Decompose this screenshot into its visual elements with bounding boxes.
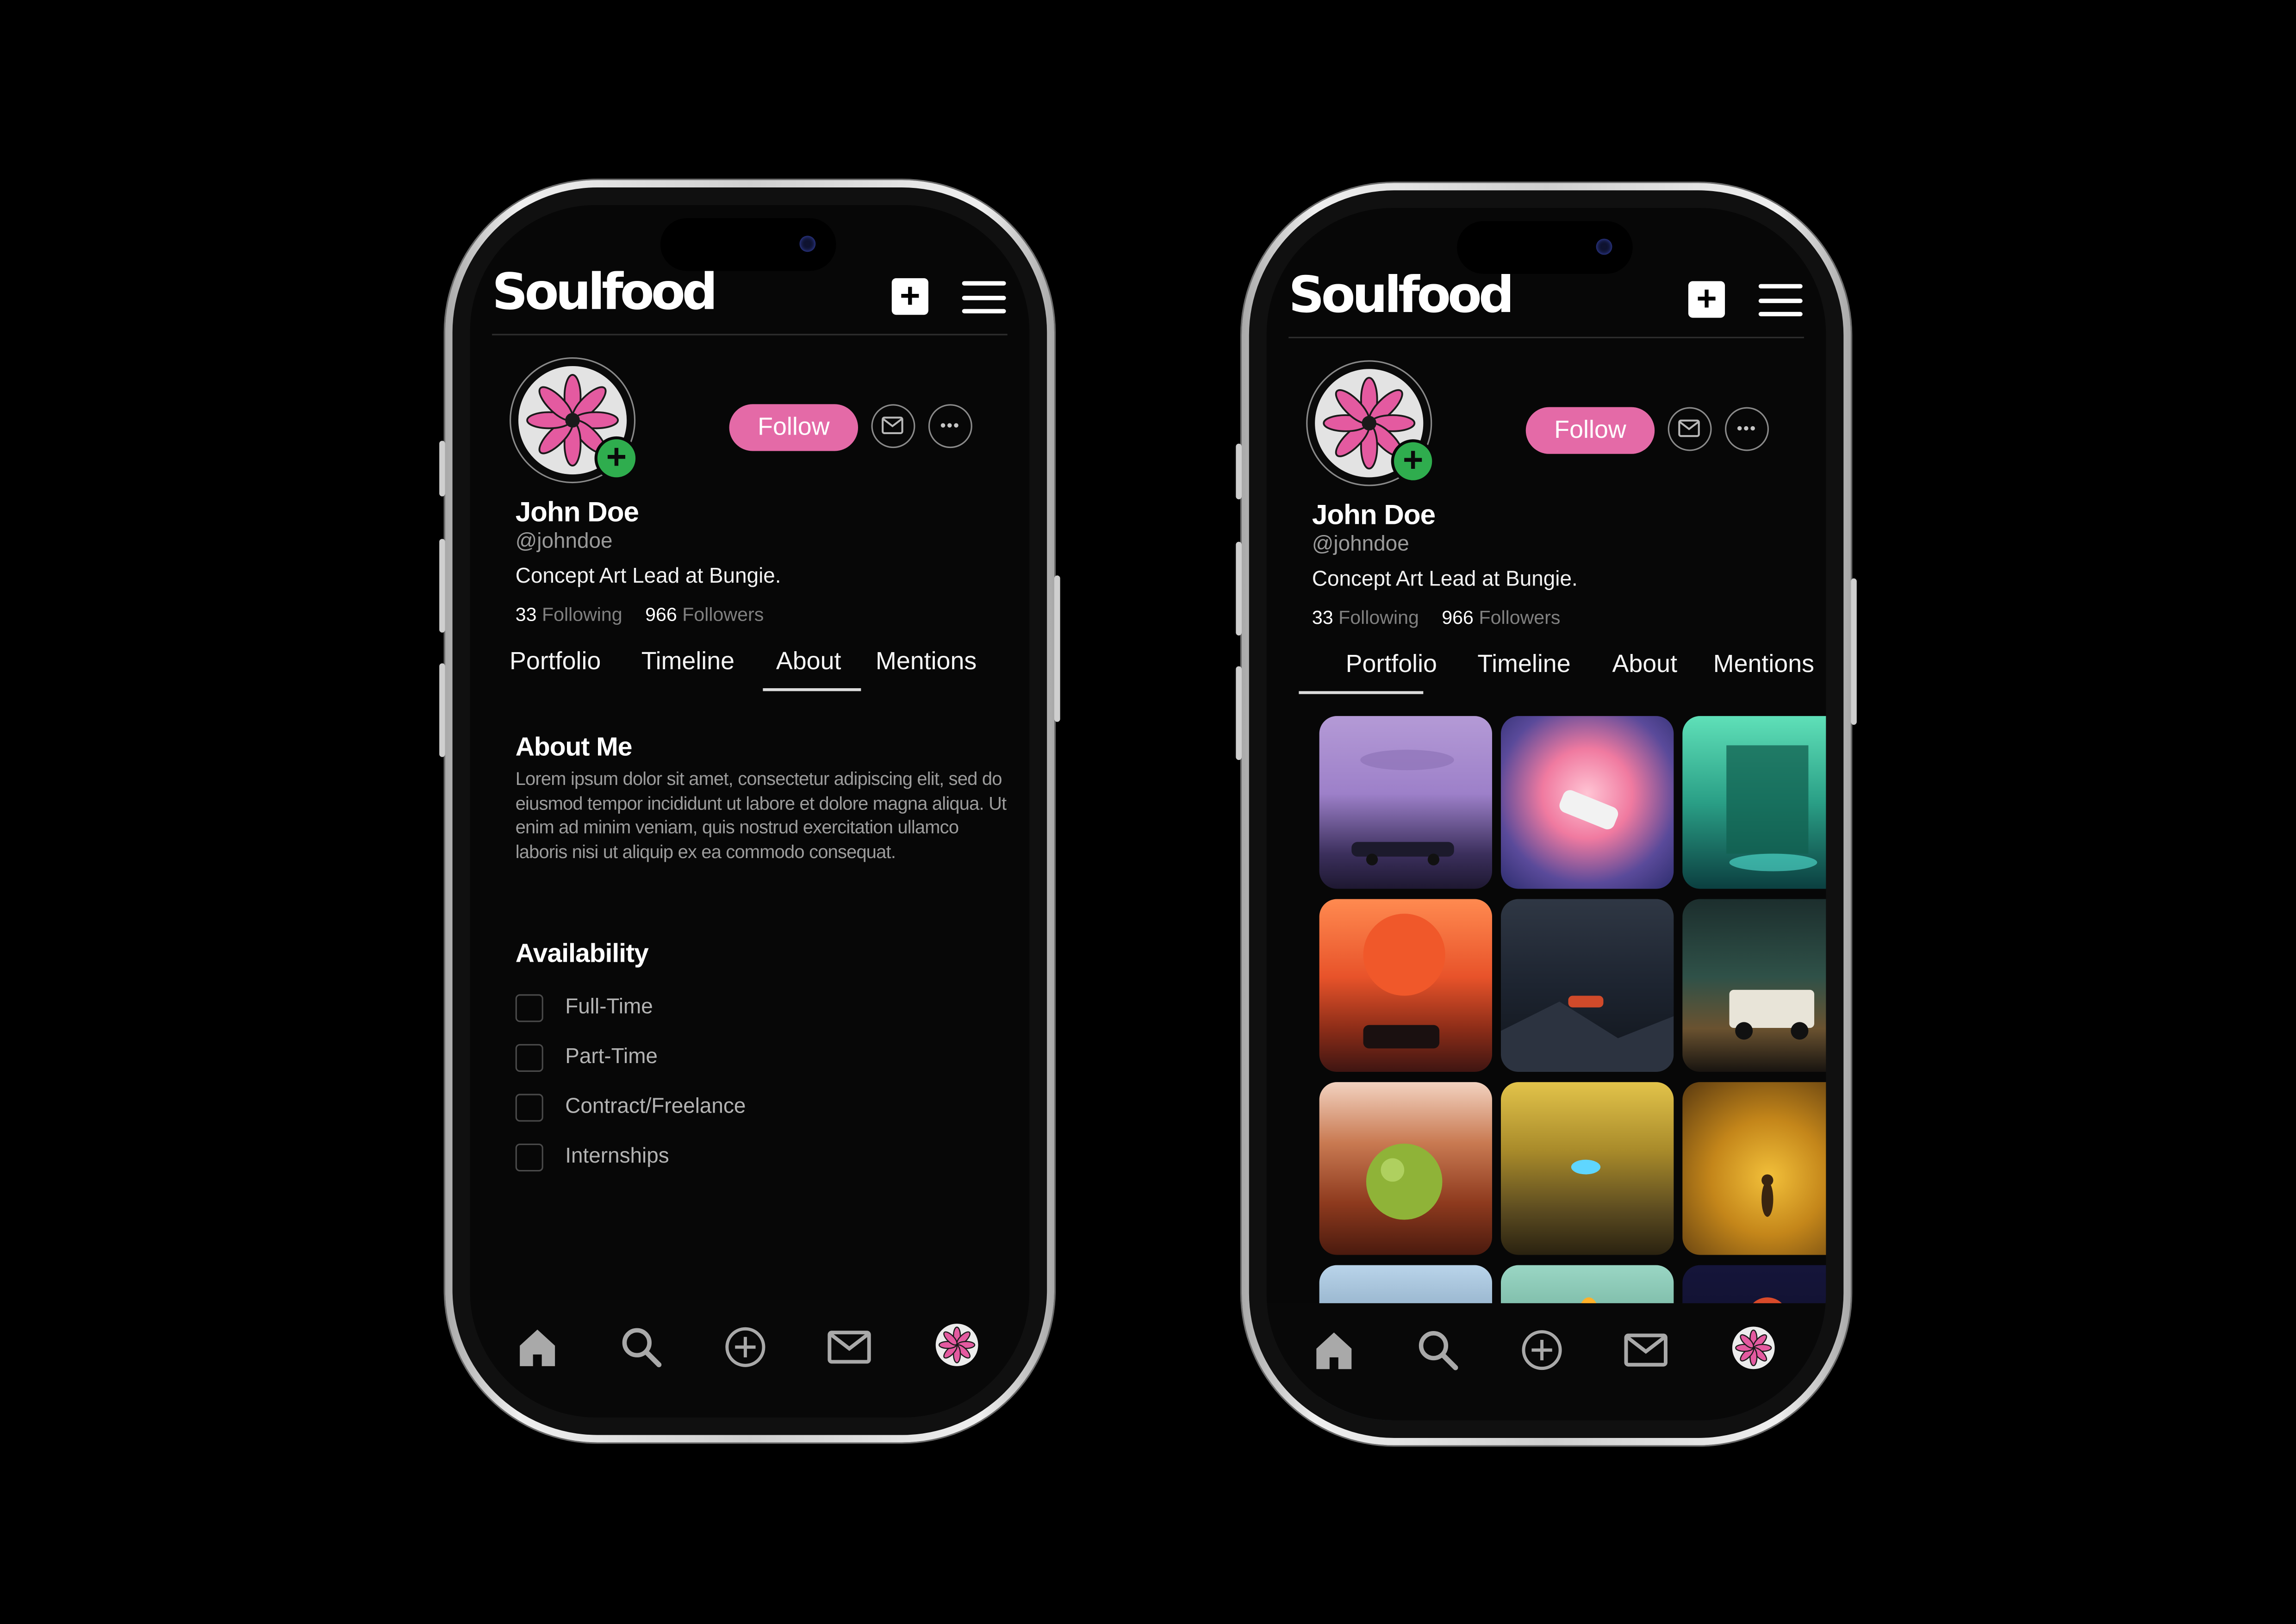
bottom-nav bbox=[1266, 1303, 1826, 1420]
profile-bio: Concept Art Lead at Bungie. bbox=[515, 565, 781, 589]
create-icon[interactable] bbox=[722, 1324, 769, 1370]
profile-name: John Doe bbox=[1312, 501, 1436, 532]
add-post-icon[interactable]: + bbox=[891, 278, 928, 315]
create-icon[interactable] bbox=[1518, 1326, 1565, 1373]
checkbox[interactable] bbox=[515, 994, 543, 1022]
inbox-icon[interactable] bbox=[826, 1324, 872, 1370]
portfolio-item[interactable] bbox=[1682, 716, 1826, 889]
profile-bio: Concept Art Lead at Bungie. bbox=[1312, 568, 1578, 592]
phone-portfolio: Soulfood + + Follow John Doe @johndoe Co… bbox=[1236, 183, 1857, 1445]
side-button bbox=[1236, 666, 1242, 760]
more-button[interactable] bbox=[1725, 407, 1769, 451]
following-label[interactable]: Following bbox=[542, 604, 622, 625]
camera-icon bbox=[799, 236, 816, 252]
profile-avatar-icon[interactable] bbox=[935, 1324, 978, 1366]
checkbox[interactable] bbox=[515, 1094, 543, 1122]
tab-portfolio[interactable]: Portfolio bbox=[510, 647, 601, 676]
checkbox[interactable] bbox=[515, 1144, 543, 1172]
option-label: Contract/Freelance bbox=[565, 1095, 746, 1119]
tab-about[interactable]: About bbox=[1612, 650, 1677, 679]
home-icon[interactable] bbox=[1311, 1326, 1357, 1373]
add-photo-icon[interactable]: + bbox=[1391, 439, 1435, 484]
followers-label[interactable]: Followers bbox=[1479, 606, 1560, 628]
side-button bbox=[439, 539, 445, 633]
portfolio-item[interactable] bbox=[1682, 899, 1826, 1072]
follow-button[interactable]: Follow bbox=[729, 404, 859, 451]
side-button bbox=[439, 663, 445, 757]
search-icon[interactable] bbox=[1414, 1326, 1461, 1373]
profile-stats: 33 Following 966 Followers bbox=[516, 604, 764, 625]
profile-handle: @johndoe bbox=[515, 530, 613, 554]
side-button bbox=[1851, 578, 1857, 725]
app-logo[interactable]: Soulfood bbox=[492, 264, 718, 323]
followers-label[interactable]: Followers bbox=[682, 604, 764, 625]
message-button[interactable] bbox=[871, 404, 915, 448]
bottom-nav bbox=[470, 1300, 1030, 1418]
followers-count[interactable]: 966 bbox=[1442, 606, 1474, 628]
menu-icon[interactable] bbox=[1758, 284, 1803, 317]
profile-stats: 33 Following 966 Followers bbox=[1312, 606, 1561, 628]
active-tab-indicator bbox=[763, 688, 861, 691]
side-button bbox=[1236, 443, 1242, 499]
mockup-scene: Soulfood + + Follow John Doe @johndoe Co… bbox=[0, 0, 2296, 1624]
tab-mentions[interactable]: Mentions bbox=[876, 647, 977, 676]
side-button bbox=[1236, 541, 1242, 636]
following-count[interactable]: 33 bbox=[1312, 606, 1333, 628]
portfolio-item[interactable] bbox=[1319, 716, 1493, 889]
header-divider bbox=[492, 334, 1008, 336]
checkbox[interactable] bbox=[515, 1044, 543, 1072]
screen: Soulfood + + Follow John Doe @johndoe Co… bbox=[1266, 208, 1826, 1420]
tab-about[interactable]: About bbox=[776, 647, 841, 676]
availability-title: Availability bbox=[515, 939, 649, 968]
tab-timeline[interactable]: Timeline bbox=[1477, 650, 1570, 679]
profile-avatar-icon[interactable] bbox=[1732, 1326, 1775, 1369]
more-button[interactable] bbox=[928, 404, 972, 448]
header-divider bbox=[1288, 336, 1804, 338]
portfolio-item[interactable] bbox=[1319, 1082, 1493, 1255]
profile-handle: @johndoe bbox=[1312, 533, 1409, 557]
dynamic-island bbox=[660, 218, 836, 271]
tab-portfolio[interactable]: Portfolio bbox=[1346, 650, 1437, 679]
phone-about: Soulfood + + Follow John Doe @johndoe Co… bbox=[439, 180, 1060, 1443]
portfolio-item[interactable] bbox=[1500, 1082, 1674, 1255]
screen: Soulfood + + Follow John Doe @johndoe Co… bbox=[470, 205, 1030, 1418]
active-tab-indicator bbox=[1299, 691, 1424, 694]
portfolio-item[interactable] bbox=[1682, 1082, 1826, 1255]
more-icon bbox=[1737, 426, 1755, 431]
home-icon[interactable] bbox=[514, 1324, 561, 1370]
about-text: Lorem ipsum dolor sit amet, consectetur … bbox=[515, 769, 1007, 862]
following-count[interactable]: 33 bbox=[516, 604, 537, 625]
add-photo-icon[interactable]: + bbox=[594, 436, 639, 480]
option-label: Full-Time bbox=[565, 996, 653, 1020]
side-button bbox=[439, 441, 445, 497]
tab-timeline[interactable]: Timeline bbox=[641, 647, 734, 676]
portfolio-item[interactable] bbox=[1319, 899, 1493, 1072]
more-icon bbox=[940, 423, 958, 428]
side-button bbox=[1054, 575, 1060, 722]
menu-icon[interactable] bbox=[962, 281, 1006, 314]
following-label[interactable]: Following bbox=[1338, 606, 1419, 628]
portfolio-item[interactable] bbox=[1500, 716, 1674, 889]
mail-icon bbox=[882, 417, 903, 434]
message-button[interactable] bbox=[1668, 407, 1712, 451]
option-label: Part-Time bbox=[565, 1045, 658, 1069]
camera-icon bbox=[1596, 238, 1612, 255]
followers-count[interactable]: 966 bbox=[645, 604, 677, 625]
follow-button[interactable]: Follow bbox=[1525, 407, 1655, 454]
portfolio-item[interactable] bbox=[1500, 899, 1674, 1072]
dynamic-island bbox=[1457, 221, 1633, 274]
search-icon[interactable] bbox=[618, 1324, 665, 1370]
profile-name: John Doe bbox=[515, 498, 639, 529]
add-post-icon[interactable]: + bbox=[1688, 281, 1725, 318]
tab-mentions[interactable]: Mentions bbox=[1713, 650, 1814, 679]
app-logo[interactable]: Soulfood bbox=[1288, 267, 1514, 325]
option-label: Internships bbox=[565, 1145, 669, 1169]
about-title: About Me bbox=[515, 732, 633, 762]
mail-icon bbox=[1678, 419, 1700, 437]
inbox-icon[interactable] bbox=[1623, 1326, 1669, 1373]
